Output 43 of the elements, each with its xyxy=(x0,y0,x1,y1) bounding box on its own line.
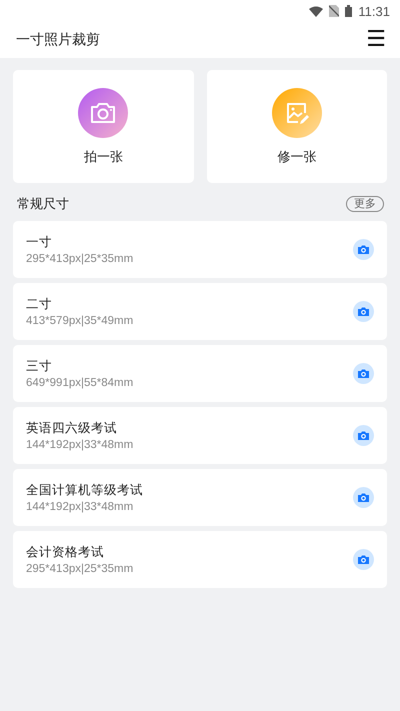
camera-button[interactable] xyxy=(353,549,374,570)
camera-icon xyxy=(358,493,369,502)
action-card[interactable]: 拍一张 xyxy=(13,70,194,183)
size-spec: 144*192px|33*48mm xyxy=(26,501,134,513)
size-row[interactable]: 英语四六级考试 144*192px|33*48mm xyxy=(13,407,387,464)
size-name: 会计资格考试 xyxy=(26,544,105,561)
camera-button[interactable] xyxy=(353,301,374,322)
camera-icon xyxy=(90,102,116,124)
camera-button[interactable] xyxy=(353,487,374,508)
size-spec: 649*991px|55*84mm xyxy=(26,377,134,389)
section-title: 常规尺寸 xyxy=(17,196,69,213)
image-edit-icon xyxy=(284,100,309,124)
size-name: 二寸 xyxy=(26,296,53,313)
size-row[interactable]: 三寸 649*991px|55*84mm xyxy=(13,345,387,402)
size-name: 一寸 xyxy=(26,234,53,251)
camera-button[interactable] xyxy=(353,239,374,260)
no-sim-icon xyxy=(329,5,340,17)
camera-button[interactable] xyxy=(353,363,374,384)
camera-icon xyxy=(358,369,369,378)
action-label: 拍一张 xyxy=(84,148,123,166)
size-spec: 295*413px|25*35mm xyxy=(26,563,134,575)
battery-icon xyxy=(345,5,352,17)
camera-icon xyxy=(358,245,369,254)
size-row[interactable]: 全国计算机等级考试 144*192px|33*48mm xyxy=(13,469,387,526)
size-name: 英语四六级考试 xyxy=(26,420,118,437)
clock: 11:31 xyxy=(358,4,390,18)
size-spec: 413*579px|35*49mm xyxy=(26,315,134,327)
wifi-icon xyxy=(309,6,324,16)
camera-icon xyxy=(358,307,369,316)
action-card[interactable]: 修一张 xyxy=(206,70,387,183)
size-row[interactable]: 二寸 413*579px|35*49mm xyxy=(13,283,387,340)
size-spec: 295*413px|25*35mm xyxy=(26,253,134,265)
more-button[interactable]: 更多 xyxy=(346,196,384,212)
size-spec: 144*192px|33*48mm xyxy=(26,439,134,451)
app-title: 一寸照片裁剪 xyxy=(16,31,100,49)
camera-button[interactable] xyxy=(353,425,374,446)
action-label: 修一张 xyxy=(277,148,316,166)
camera-icon xyxy=(358,431,369,440)
size-row[interactable]: 一寸 295*413px|25*35mm xyxy=(13,221,387,278)
size-name: 全国计算机等级考试 xyxy=(26,482,143,499)
camera-icon xyxy=(358,555,369,564)
size-row[interactable]: 会计资格考试 295*413px|25*35mm xyxy=(13,531,387,588)
size-name: 三寸 xyxy=(26,358,53,375)
